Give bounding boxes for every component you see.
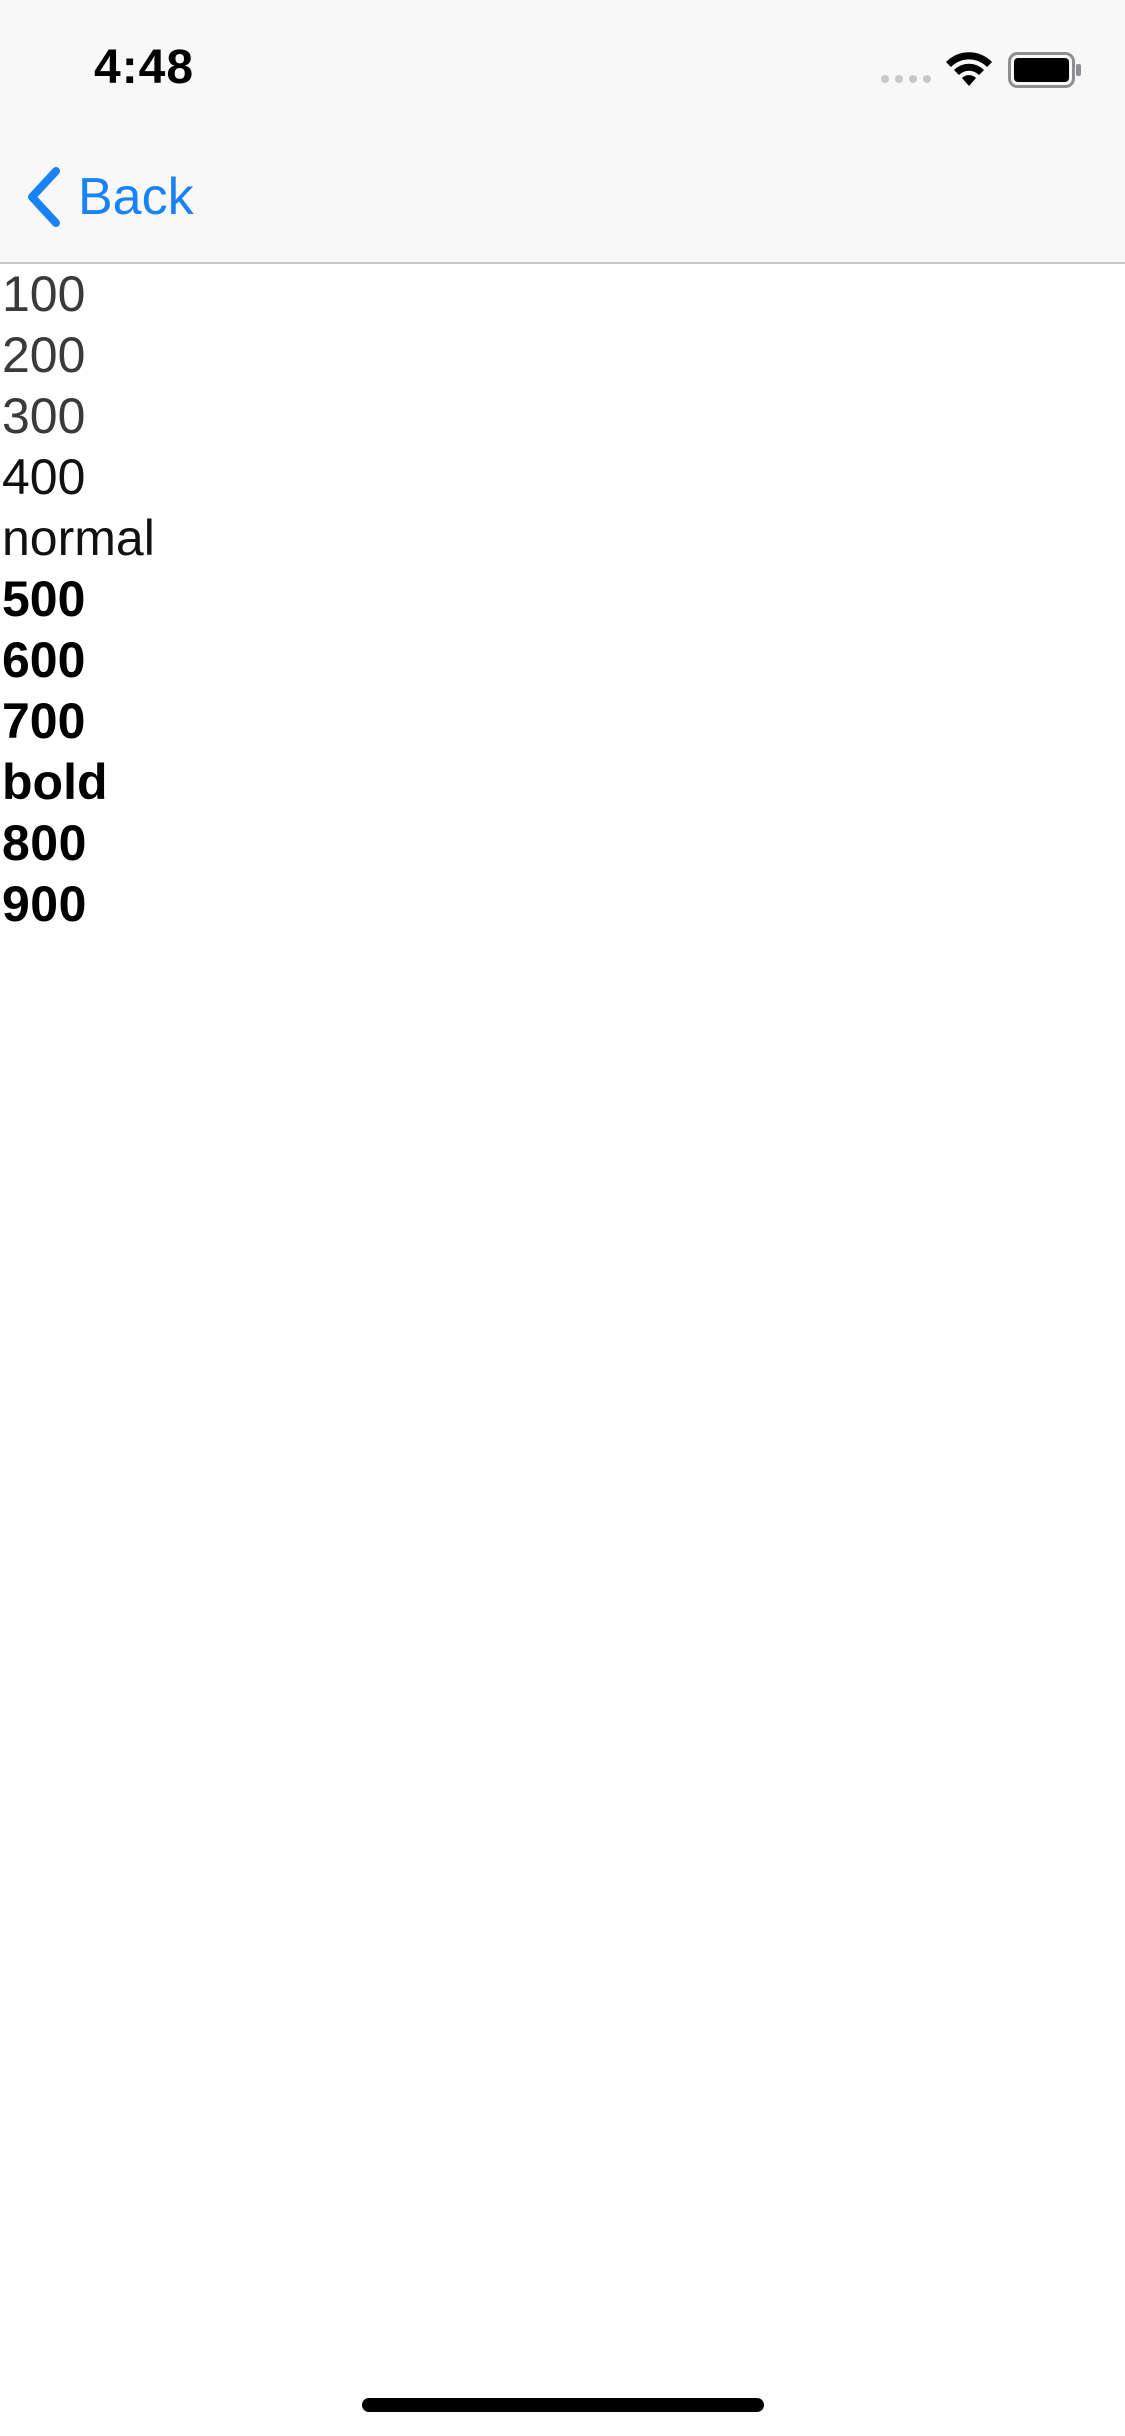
home-indicator <box>362 2398 764 2412</box>
back-button[interactable]: Back <box>24 162 194 232</box>
weight-item-700: 700 <box>2 693 86 749</box>
weight-item-bold: bold <box>2 754 108 810</box>
weight-item-800: 800 <box>2 815 87 871</box>
battery-icon <box>1008 52 1081 88</box>
weight-item-400: 400 <box>2 449 86 505</box>
weight-item-300: 300 <box>2 388 86 444</box>
wifi-icon <box>946 52 992 86</box>
back-button-label: Back <box>78 168 194 226</box>
weight-item-600: 600 <box>2 632 86 688</box>
weight-item-500: 500 <box>2 571 86 627</box>
top-chrome: 4:48 Back <box>0 0 1125 264</box>
chevron-left-icon <box>28 167 60 227</box>
weight-item-900: 900 <box>2 876 87 932</box>
font-weight-list: 100 200 300 400 normal 500 600 700 bold … <box>0 264 1125 935</box>
weight-item-200: 200 <box>2 327 86 383</box>
signal-dots-icon <box>881 75 931 83</box>
weight-item-100: 100 <box>2 266 86 322</box>
status-time: 4:48 <box>94 41 195 94</box>
weight-item-normal: normal <box>2 510 155 566</box>
